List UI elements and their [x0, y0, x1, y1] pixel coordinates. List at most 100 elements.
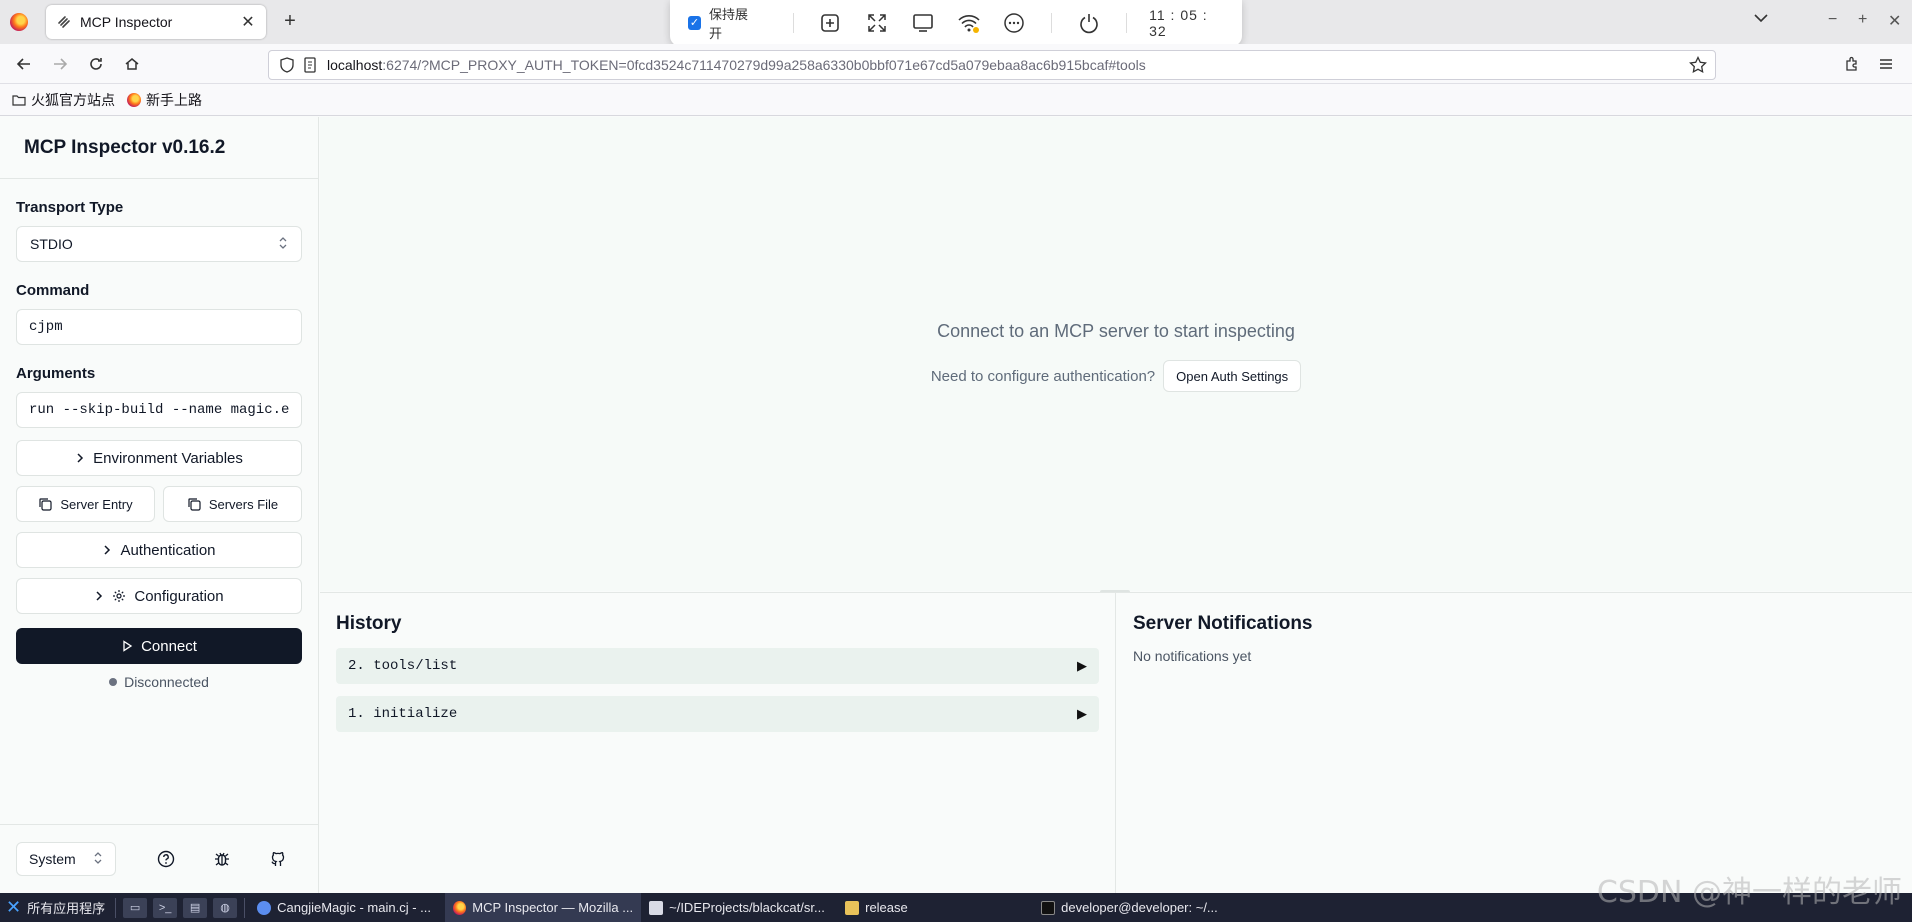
status-text: Disconnected	[124, 674, 209, 690]
theme-select[interactable]: System	[16, 842, 116, 876]
applications-menu-button[interactable]: ✕ 所有应用程序	[0, 893, 111, 922]
add-window-icon[interactable]	[818, 9, 844, 37]
history-title: History	[336, 613, 402, 634]
sidebar-footer: System	[0, 824, 318, 893]
configuration-label: Configuration	[134, 587, 224, 605]
browser-launcher-icon[interactable]: ◍	[213, 897, 238, 918]
environment-variables-button[interactable]: Environment Variables	[16, 440, 302, 476]
keep-expanded-label: 保持展开	[708, 7, 748, 41]
close-window-icon[interactable]: ✕	[1888, 11, 1901, 31]
bug-icon[interactable]	[210, 847, 234, 871]
browser-tab-bar: MCP Inspector ✕ + ✓ 保持展开 11 : 05 : 32 −	[0, 0, 1912, 46]
command-label: Command	[16, 282, 90, 299]
file-manager-launcher-icon[interactable]: ▤	[183, 897, 208, 918]
transport-type-label: Transport Type	[16, 199, 124, 216]
bookmark-firefox-site[interactable]: 火狐官方站点	[12, 90, 115, 110]
server-entry-button[interactable]: Server Entry	[16, 486, 155, 522]
firefox-logo-icon[interactable]	[10, 13, 28, 31]
servers-file-label: Servers File	[208, 496, 279, 512]
transport-type-select[interactable]: STDIO	[16, 226, 302, 262]
show-desktop-icon[interactable]: ▭	[123, 897, 148, 918]
bookmark-label: 新手上路	[146, 91, 202, 108]
display-icon[interactable]	[910, 9, 936, 37]
configuration-button[interactable]: Configuration	[16, 578, 302, 614]
forward-icon[interactable]	[48, 52, 72, 76]
command-input[interactable]: cjpm	[16, 309, 302, 345]
remote-toolbar: ✓ 保持展开 11 : 05 : 32	[670, 0, 1242, 46]
status-dot-icon	[109, 678, 118, 686]
app-menu-icon[interactable]	[1874, 52, 1898, 76]
servers-file-button[interactable]: Servers File	[163, 486, 302, 522]
more-options-icon[interactable]	[1002, 9, 1028, 37]
terminal-icon	[1041, 900, 1056, 915]
firefox-icon	[127, 92, 141, 107]
page-info-icon[interactable]	[303, 57, 317, 73]
task-label: ~/IDEProjects/blackcat/sr...	[669, 900, 825, 915]
copy-icon	[38, 497, 52, 511]
new-tab-button[interactable]: +	[280, 10, 300, 33]
task-label: MCP Inspector — Mozilla ...	[472, 900, 634, 915]
gear-icon	[112, 589, 126, 603]
theme-value: System	[29, 851, 76, 867]
divider	[244, 897, 246, 918]
home-icon[interactable]	[120, 52, 144, 76]
taskbar-task-ide[interactable]: CangjieMagic - main.cj - ...	[249, 893, 445, 922]
notifications-empty-text: No notifications yet	[1133, 648, 1252, 664]
back-icon[interactable]	[12, 52, 36, 76]
terminal-launcher-icon[interactable]: >_	[153, 897, 178, 918]
taskbar-task-terminal[interactable]: developer@developer: ~/...	[1033, 893, 1243, 922]
sidebar: MCP Inspector v0.16.2 Transport Type STD…	[0, 117, 319, 893]
xfce-logo-icon: ✕	[6, 897, 22, 917]
open-auth-settings-button[interactable]: Open Auth Settings	[1163, 360, 1302, 392]
folder-icon	[12, 93, 26, 107]
taskbar-task-folder[interactable]: release	[837, 893, 1033, 922]
chevron-up-down-icon	[93, 851, 103, 868]
expand-triangle-icon[interactable]: ▶	[1077, 659, 1087, 674]
authentication-label: Authentication	[120, 541, 216, 559]
authentication-button[interactable]: Authentication	[16, 532, 302, 568]
expand-triangle-icon[interactable]: ▶	[1077, 707, 1087, 722]
extensions-icon[interactable]	[1840, 52, 1864, 76]
close-tab-icon[interactable]: ✕	[240, 12, 256, 32]
history-item[interactable]: 1. initialize ▶	[336, 696, 1099, 732]
keep-expanded-checkbox[interactable]: ✓	[688, 16, 701, 30]
chevron-right-icon	[75, 452, 85, 464]
play-icon	[121, 640, 133, 652]
task-label: release	[865, 900, 908, 915]
bookmark-getting-started[interactable]: 新手上路	[127, 90, 202, 110]
list-all-tabs-icon[interactable]	[1754, 10, 1768, 28]
maximize-window-icon[interactable]: +	[1858, 11, 1867, 29]
reload-icon[interactable]	[84, 52, 108, 76]
history-panel: History 2. tools/list ▶ 1. initialize ▶	[320, 593, 1116, 894]
bookmark-star-icon[interactable]	[1689, 55, 1707, 77]
environment-variables-label: Environment Variables	[93, 449, 243, 467]
power-icon[interactable]	[1076, 9, 1102, 37]
connect-button[interactable]: Connect	[16, 628, 302, 664]
url-host: localhost	[327, 57, 383, 73]
address-bar[interactable]: localhost :6274/?MCP_PROXY_AUTH_TOKEN=0f…	[268, 50, 1716, 80]
taskbar-task-editor[interactable]: ~/IDEProjects/blackcat/sr...	[641, 893, 837, 922]
github-icon[interactable]	[266, 847, 290, 871]
history-item-label: 2. tools/list	[348, 658, 458, 674]
auth-prompt-row: Need to configure authentication? Open A…	[320, 360, 1912, 392]
text-editor-icon	[649, 900, 664, 915]
arguments-label: Arguments	[16, 365, 96, 382]
taskbar-task-browser[interactable]: MCP Inspector — Mozilla ...	[445, 893, 642, 922]
arguments-input[interactable]: run --skip-build --name magic.e	[16, 392, 302, 428]
help-icon[interactable]	[154, 847, 178, 871]
divider	[1126, 13, 1128, 33]
network-icon[interactable]	[956, 9, 982, 37]
browser-tab[interactable]: MCP Inspector ✕	[46, 5, 266, 39]
shield-icon[interactable]	[279, 57, 295, 73]
fullscreen-icon[interactable]	[864, 9, 890, 37]
url-path: :6274/?MCP_PROXY_AUTH_TOKEN=0fcd3524c711…	[382, 57, 1146, 73]
tab-title: MCP Inspector	[80, 14, 173, 30]
bookmarks-toolbar: 火狐官方站点 新手上路	[0, 84, 1912, 116]
app-title: MCP Inspector v0.16.2	[24, 136, 226, 158]
main-panel: Connect to an MCP server to start inspec…	[320, 117, 1912, 591]
history-item[interactable]: 2. tools/list ▶	[336, 648, 1099, 684]
firefox-icon	[453, 900, 467, 915]
applications-menu-label: 所有应用程序	[27, 901, 106, 916]
server-entry-label: Server Entry	[60, 496, 133, 512]
minimize-window-icon[interactable]: −	[1828, 11, 1837, 29]
